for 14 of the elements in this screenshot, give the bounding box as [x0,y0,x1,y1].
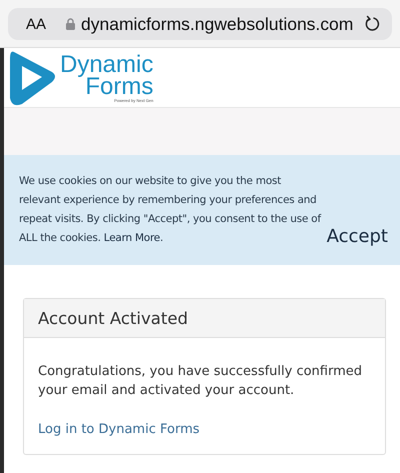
learn-more-link[interactable]: Learn More [104,232,160,244]
confirmation-message: Congratulations, you have successfully confirmed your email and activated your account. [38,363,364,400]
url-text: dynamicforms.ngwebsolutions.com [81,14,354,34]
lock-icon [66,18,76,30]
address-bar[interactable]: AA dynamicforms.ngwebsolutions.com [8,8,392,40]
cookie-notice-text: We use cookies on our website to give you the most relevant experience by remembering your preferences and repeat visits. By clicking "Accept", you consent to the use of ALL the cookies. Learn More. [19,174,322,246]
logo-icon [8,50,58,106]
reload-icon[interactable] [364,15,380,33]
logo-text: Forms [85,74,154,98]
accept-button[interactable]: Accept [326,226,388,248]
text-size-button[interactable]: AA [26,16,46,32]
card-title: Account Activated [38,308,188,328]
login-link[interactable]: Log in to Dynamic Forms [38,422,200,437]
logo-text: Dynamic [60,52,154,76]
